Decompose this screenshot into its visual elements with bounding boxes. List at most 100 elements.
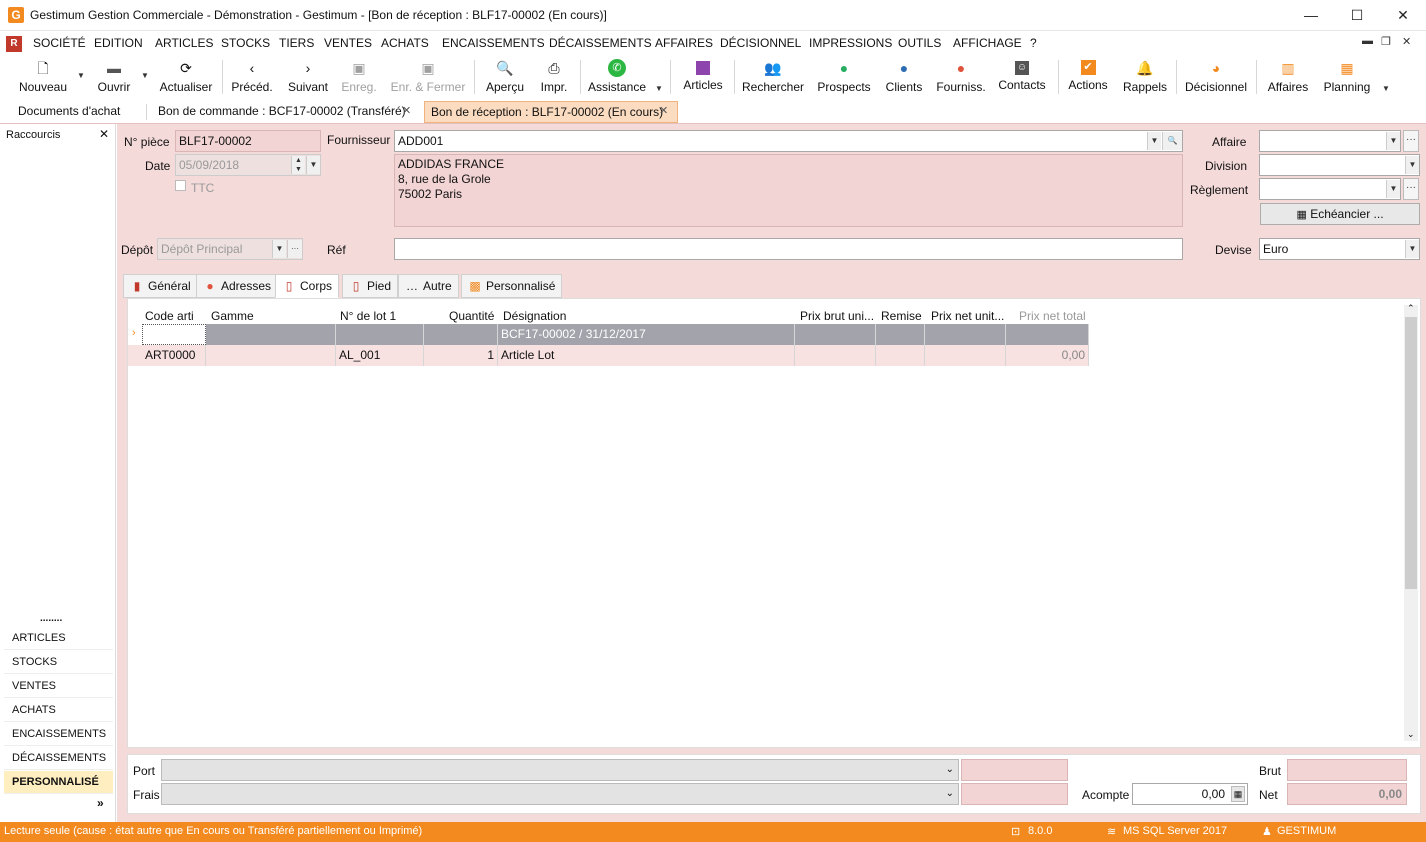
nouveau-dropdown-icon[interactable]: ▼ xyxy=(77,71,85,80)
grid-cell[interactable] xyxy=(206,345,336,366)
grid-cell[interactable] xyxy=(795,324,876,345)
chevron-down-icon[interactable]: ▼ xyxy=(1405,156,1419,174)
rechercher-button[interactable]: 👥 Rechercher xyxy=(740,56,806,98)
menu-affaires[interactable]: AFFAIRES xyxy=(655,36,713,50)
actions-button[interactable]: ✔ Actions xyxy=(1064,56,1112,98)
chevron-down-icon[interactable]: ▼ xyxy=(1147,132,1161,150)
ouvrir-dropdown-icon[interactable]: ▼ xyxy=(141,71,149,80)
grid-cell[interactable] xyxy=(142,324,206,345)
precedent-button[interactable]: ‹ Précéd. xyxy=(228,56,276,98)
affaire-combo[interactable]: ▼ xyxy=(1259,130,1401,152)
scroll-up-icon[interactable]: ⌃ xyxy=(1407,303,1415,314)
grid-cell[interactable] xyxy=(876,324,925,345)
contacts-button[interactable]: ☺ Contacts xyxy=(996,56,1048,98)
grid-cell[interactable] xyxy=(424,324,498,345)
column-header[interactable]: Désignation xyxy=(503,309,566,324)
grid-cell[interactable]: Article Lot xyxy=(498,345,795,366)
depot-browse-icon[interactable]: ··· xyxy=(287,240,302,258)
shortcut-achats[interactable]: ACHATS xyxy=(4,699,113,722)
shortcut-encaissements[interactable]: ENCAISSEMENTS xyxy=(4,723,113,746)
menu-ventes[interactable]: VENTES xyxy=(324,36,372,50)
shortcut-personnalise[interactable]: PERSONNALISÉ xyxy=(4,771,113,794)
actualiser-button[interactable]: ⟳ Actualiser xyxy=(156,56,216,98)
menu-decisionnel[interactable]: DÉCISIONNEL xyxy=(720,36,801,50)
division-combo[interactable]: ▼ xyxy=(1259,154,1420,176)
frais-amount-field[interactable] xyxy=(961,783,1068,805)
npiece-field[interactable]: BLF17-00002 xyxy=(175,130,321,152)
frais-combo[interactable]: ⌄ xyxy=(161,783,959,805)
search-icon[interactable]: 🔍 xyxy=(1162,132,1182,150)
menu-help[interactable]: ? xyxy=(1030,36,1037,50)
grid-cell[interactable]: ART0000 xyxy=(142,345,206,366)
chevron-down-icon[interactable]: ▼ xyxy=(272,240,286,258)
grid-cell[interactable] xyxy=(795,345,876,366)
ttc-checkbox[interactable] xyxy=(175,180,186,191)
grid-cell[interactable]: BCF17-00002 / 31/12/2017 xyxy=(498,324,795,345)
table-row[interactable]: ART0000 AL_001 1 Article Lot 0,00 xyxy=(128,345,1089,366)
apercu-button[interactable]: 🔍 Aperçu xyxy=(482,56,528,98)
fournisseur-combo[interactable]: ADD001 ▼ 🔍 xyxy=(394,130,1183,152)
menu-impressions[interactable]: IMPRESSIONS xyxy=(809,36,892,50)
tab-bon-commande[interactable]: Bon de commande : BCF17-00002 (Transféré… xyxy=(152,101,412,123)
menu-articles[interactable]: ARTICLES xyxy=(155,36,213,50)
scrollbar-thumb[interactable] xyxy=(1405,317,1417,589)
close-tab-icon[interactable]: ✕ xyxy=(659,104,668,117)
close-tab-icon[interactable]: ✕ xyxy=(402,104,411,117)
date-spinner-icon[interactable]: ▲ ▼ xyxy=(291,156,305,174)
column-header[interactable]: Quantité xyxy=(449,309,494,324)
acompte-field[interactable]: 0,00 ▦ xyxy=(1132,783,1248,805)
shortcut-articles[interactable]: ARTICLES xyxy=(4,627,113,650)
enregistrer-fermer-button[interactable]: ▣ Enr. & Fermer xyxy=(388,56,468,98)
shortcut-decaissements[interactable]: DÉCAISSEMENTS xyxy=(4,747,113,770)
column-header[interactable]: Code arti xyxy=(145,309,194,324)
date-field[interactable]: 05/09/2018 ▲ ▼ ▼ xyxy=(175,154,321,176)
articles-button[interactable]: Articles xyxy=(680,56,726,98)
grid-scrollbar[interactable]: ⌃ ⌄ xyxy=(1404,303,1418,741)
toolbar-more-icon[interactable]: ▼ xyxy=(1382,84,1390,93)
grid-cell[interactable] xyxy=(336,324,424,345)
column-header[interactable]: Gamme xyxy=(211,309,254,324)
shortcut-stocks[interactable]: STOCKS xyxy=(4,651,113,674)
close-panel-icon[interactable]: ✕ xyxy=(99,127,109,141)
chevron-down-icon[interactable]: ▼ xyxy=(1405,240,1419,258)
menu-outils[interactable]: OUTILS xyxy=(898,36,941,50)
chevron-down-icon[interactable]: ⌄ xyxy=(946,760,954,780)
menu-decaissements[interactable]: DÉCAISSEMENTS xyxy=(549,36,652,50)
menu-stocks[interactable]: STOCKS xyxy=(221,36,270,50)
mdi-close-icon[interactable]: ✕ xyxy=(1402,35,1411,48)
minimize-button[interactable]: — xyxy=(1288,0,1334,31)
tab-pied[interactable]: ▯ Pied xyxy=(342,274,399,298)
chevron-down-icon[interactable]: ▼ xyxy=(306,156,320,174)
panel-more-icon[interactable]: » xyxy=(97,796,104,810)
tab-autre[interactable]: … Autre xyxy=(398,274,459,298)
echeancier-button[interactable]: ▦ Echéancier ... xyxy=(1260,203,1420,225)
menu-tiers[interactable]: TIERS xyxy=(279,36,314,50)
reglement-browse-button[interactable]: ··· xyxy=(1403,178,1419,200)
tab-adresses[interactable]: ● Adresses xyxy=(196,274,279,298)
menu-edition[interactable]: EDITION xyxy=(94,36,143,50)
column-header[interactable]: Prix net total xyxy=(1019,309,1086,324)
affaire-browse-button[interactable]: ··· xyxy=(1403,130,1419,152)
depot-combo[interactable]: Dépôt Principal ▼ ··· xyxy=(157,238,303,260)
tab-corps[interactable]: ▯ Corps xyxy=(275,274,340,298)
ref-field[interactable] xyxy=(394,238,1183,260)
fournisseurs-button[interactable]: ● Fourniss. xyxy=(934,56,988,98)
column-header[interactable]: Prix brut uni... xyxy=(800,309,878,324)
assistance-button[interactable]: ✆ Assistance xyxy=(586,56,648,98)
rappels-button[interactable]: 🔔 Rappels xyxy=(1120,56,1170,98)
menu-affichage[interactable]: AFFICHAGE xyxy=(953,36,1022,50)
grid-cell[interactable] xyxy=(876,345,925,366)
column-header[interactable]: N° de lot 1 xyxy=(340,309,396,324)
tab-documents-achat[interactable]: Documents d'achat xyxy=(12,101,126,123)
assistance-dropdown-icon[interactable]: ▼ xyxy=(655,84,663,93)
menu-encaissements[interactable]: ENCAISSEMENTS xyxy=(442,36,545,50)
ouvrir-button[interactable]: ▬ Ouvrir xyxy=(92,56,136,98)
planning-button[interactable]: ▦ Planning xyxy=(1320,56,1374,98)
prospects-button[interactable]: ● Prospects xyxy=(814,56,874,98)
imprimer-button[interactable]: ⎙ Impr. xyxy=(536,56,572,98)
grid-cell[interactable] xyxy=(925,345,1006,366)
scroll-down-icon[interactable]: ⌄ xyxy=(1407,729,1415,740)
decisionnel-button[interactable]: ◕ Décisionnel xyxy=(1182,56,1250,98)
app-menu-icon[interactable]: R xyxy=(6,36,22,52)
grid-cell[interactable] xyxy=(206,324,336,345)
